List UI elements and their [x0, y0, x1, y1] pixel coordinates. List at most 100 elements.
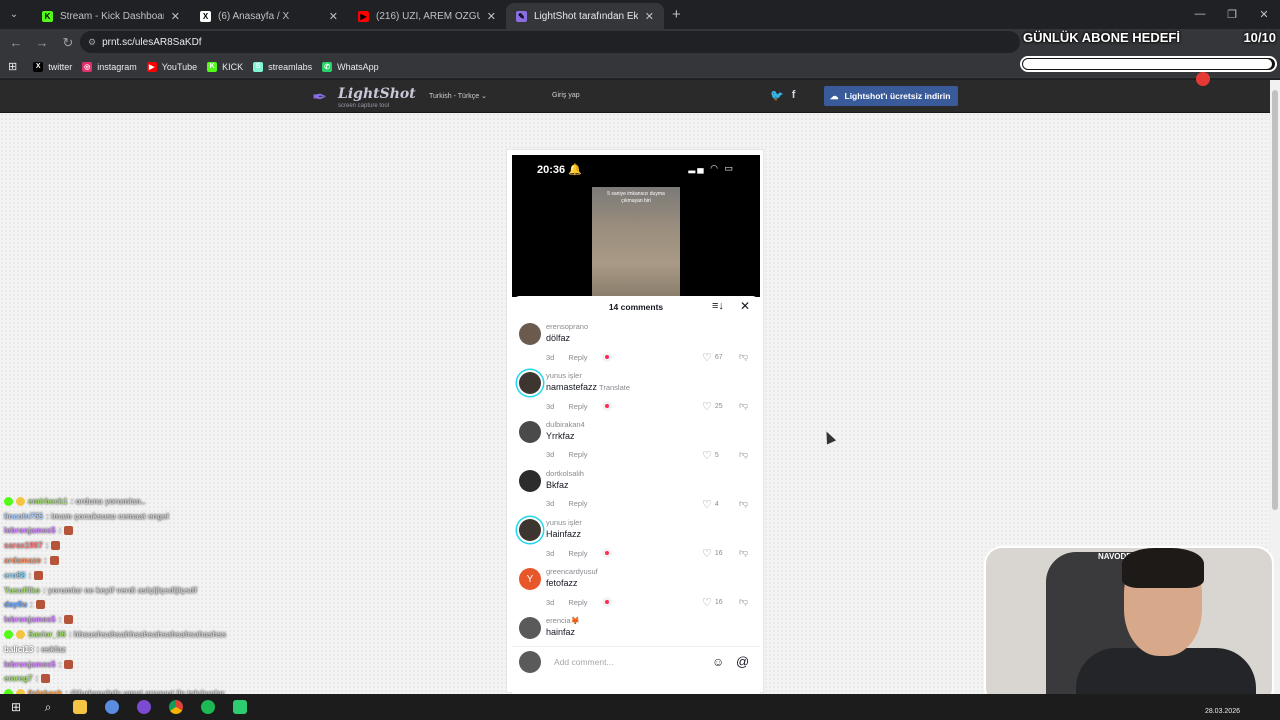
reply-button[interactable]: Reply: [568, 402, 587, 411]
heart-icon: ♡: [702, 499, 712, 511]
avatar[interactable]: [519, 470, 541, 492]
translate-link[interactable]: Translate: [599, 383, 630, 392]
avatar[interactable]: Y: [519, 568, 541, 590]
emoji-icon[interactable]: ☺: [712, 655, 724, 669]
chat-text: : imam çocuksusu cemaat engel: [46, 511, 169, 521]
chat-message: sarax1907:: [0, 538, 300, 553]
reply-button[interactable]: Reply: [568, 598, 587, 607]
facebook-icon[interactable]: f: [792, 89, 796, 102]
bookmark-item[interactable]: ✆ WhatsApp: [322, 61, 379, 72]
minimize-button[interactable]: —: [1184, 0, 1216, 28]
url-input[interactable]: ⚙ prnt.sc/ulesAR8SaKDf: [80, 31, 1020, 53]
like-button[interactable]: ♡ 5: [702, 449, 719, 462]
reload-icon[interactable]: ↻: [56, 31, 80, 55]
chat-app-icon[interactable]: [224, 694, 256, 720]
mention-icon[interactable]: @: [736, 654, 749, 669]
spotify-icon[interactable]: [192, 694, 224, 720]
browser-tab[interactable]: K Stream - Kick Dashboard ✕: [32, 3, 190, 29]
avatar[interactable]: [519, 617, 541, 639]
sort-icon[interactable]: ≡↓: [712, 300, 724, 312]
bookmark-item[interactable]: Sstreamlabs: [253, 61, 313, 72]
like-count: 16: [714, 599, 723, 606]
reply-button[interactable]: Reply: [568, 353, 587, 362]
avatar[interactable]: [519, 519, 541, 541]
reply-button[interactable]: Reply: [568, 450, 587, 459]
windows-start-icon[interactable]: ⊞: [0, 694, 32, 720]
forward-arrow-icon[interactable]: →: [30, 31, 54, 55]
comment-username[interactable]: dulbirakan4: [546, 420, 585, 429]
site-info-icon[interactable]: ⚙: [88, 37, 96, 48]
comment-text: hainfaz: [546, 627, 576, 637]
tab-close-icon[interactable]: ✕: [329, 10, 338, 23]
chat-message: Savior_06: hhsushsahsahhsahsahsahsahsaha…: [0, 627, 300, 642]
like-button[interactable]: ♡ 67: [702, 351, 723, 364]
search-icon[interactable]: ⌕: [32, 694, 64, 720]
file-explorer-icon[interactable]: [64, 694, 96, 720]
tab-close-icon[interactable]: ✕: [487, 10, 496, 23]
feather-icon: ✒: [312, 87, 328, 107]
chat-text: :: [35, 674, 39, 684]
avatar[interactable]: [519, 323, 541, 345]
comment-username[interactable]: dortkolsalih: [546, 469, 584, 478]
dislike-icon[interactable]: 👎︎: [739, 547, 748, 558]
creator-liked-icon: [601, 548, 612, 558]
language-select[interactable]: Turkish - Türkçe ⌄: [429, 92, 487, 100]
login-link[interactable]: Giriş yap: [552, 92, 580, 99]
browser-tab[interactable]: ✎ LightShot tarafından Ekran Görün ✕: [506, 3, 664, 29]
like-button[interactable]: ♡ 25: [702, 400, 723, 413]
avatar[interactable]: [519, 372, 541, 394]
badge-icon: [16, 496, 25, 506]
emote-icon: [51, 541, 61, 551]
comment-text: namastefazz Translate: [546, 382, 631, 392]
close-icon[interactable]: ✕: [740, 299, 750, 313]
dislike-icon[interactable]: 👎︎: [739, 351, 748, 362]
reply-button[interactable]: Reply: [568, 499, 587, 508]
bookmark-item[interactable]: Xtwitter: [33, 61, 72, 72]
comment-username[interactable]: yunus işler: [546, 371, 582, 380]
new-tab-button[interactable]: +: [672, 6, 681, 23]
twitter-bird-icon[interactable]: 🐦: [770, 89, 784, 102]
like-button[interactable]: ♡ 4: [702, 498, 719, 511]
add-comment-input[interactable]: Add comment...: [546, 651, 706, 673]
chat-username: emirbeck1: [28, 496, 68, 506]
bookmark-item[interactable]: K KICK: [207, 61, 243, 72]
bookmark-item[interactable]: ▶ YouTube: [146, 61, 197, 72]
like-button[interactable]: ♡ 16: [702, 547, 723, 560]
badge-icon: [16, 630, 25, 640]
goal-progress-bar: [1020, 56, 1277, 72]
app-icon[interactable]: [96, 694, 128, 720]
browser-tab[interactable]: X (6) Anasayfa / X ✕: [190, 3, 348, 29]
discord-icon[interactable]: [128, 694, 160, 720]
reply-button[interactable]: Reply: [568, 549, 587, 558]
comment-username[interactable]: erencia🦊: [546, 616, 580, 625]
chat-message: balici13: eskfaz: [0, 642, 300, 657]
browser-tab[interactable]: ▶ (216) UZI, AREM OZGUC, ARMAN ✕: [348, 3, 506, 29]
tab-list-chevron-icon[interactable]: ⌄: [4, 5, 24, 25]
comment-username[interactable]: erensoprano: [546, 322, 588, 331]
download-button[interactable]: ☁ Lightshot'ı ücretsiz indirin: [824, 86, 958, 106]
tab-close-icon[interactable]: ✕: [645, 10, 654, 23]
back-arrow-icon[interactable]: ←: [4, 31, 28, 55]
apps-grid-icon[interactable]: ⊞: [8, 60, 17, 73]
comment-username[interactable]: greencardyusuf: [546, 567, 598, 576]
dislike-icon[interactable]: 👎︎: [739, 498, 748, 509]
maximize-button[interactable]: ❐: [1216, 0, 1248, 28]
comment-text: fetofazz: [546, 578, 578, 588]
bookmark-item[interactable]: ◎ instagram: [82, 61, 137, 72]
chat-text: :: [28, 570, 32, 580]
close-window-button[interactable]: ✕: [1248, 0, 1280, 28]
chrome-icon[interactable]: [160, 694, 192, 720]
creator-liked-icon: [601, 401, 612, 411]
scrollbar-thumb[interactable]: [1272, 90, 1278, 510]
dislike-icon[interactable]: 👎︎: [739, 449, 748, 460]
avatar[interactable]: [519, 421, 541, 443]
bookmark-label: streamlabs: [268, 61, 313, 72]
like-button[interactable]: ♡ 16: [702, 596, 723, 609]
chat-username: sarax1907: [4, 541, 43, 551]
chat-username: Yusuffiko: [4, 585, 41, 595]
comment-username[interactable]: yunus işler: [546, 518, 582, 527]
dislike-icon[interactable]: 👎︎: [739, 400, 748, 411]
tab-close-icon[interactable]: ✕: [171, 10, 180, 23]
dislike-icon[interactable]: 👎︎: [739, 596, 748, 607]
lightshot-logo[interactable]: ✒ LightShot screen capture tool: [312, 84, 416, 110]
